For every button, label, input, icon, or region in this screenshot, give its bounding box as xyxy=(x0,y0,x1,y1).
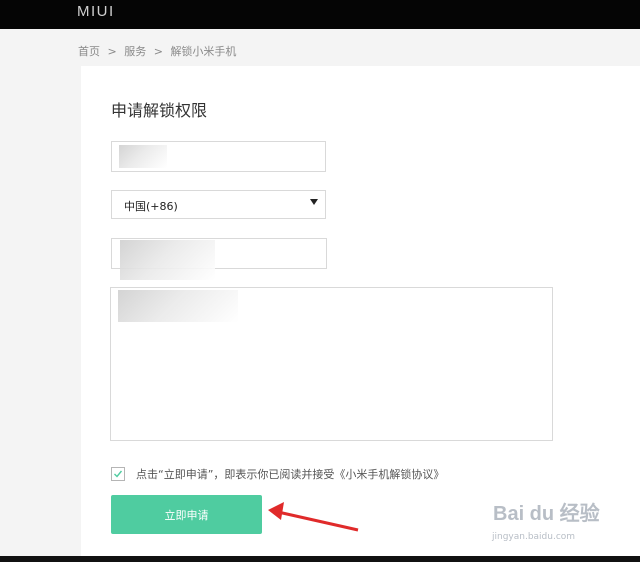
bottom-border xyxy=(0,556,640,562)
submit-button[interactable]: 立即申请 xyxy=(111,495,262,534)
breadcrumb-separator: > xyxy=(107,45,117,58)
breadcrumb-service[interactable]: 服务 xyxy=(124,45,146,58)
redacted-mosaic xyxy=(118,290,238,322)
baidu-jingyan-watermark: Bai du 经验 xyxy=(493,503,600,525)
top-bar: MIUI xyxy=(0,0,640,29)
agree-checkbox[interactable] xyxy=(111,467,125,481)
agreement-text: 点击“立即申请”，即表示你已阅读并接受《小米手机解锁协议》 xyxy=(136,466,444,482)
watermark-url: jingyan.baidu.com xyxy=(492,532,576,542)
agreement-prefix: 点击“立即申请”，即表示你已阅读并接受 xyxy=(136,468,335,481)
breadcrumb: 首页 > 服务 > 解锁小米手机 xyxy=(78,43,240,59)
redacted-mosaic xyxy=(120,240,215,280)
agreement-link[interactable]: 《小米手机解锁协议》 xyxy=(334,468,444,481)
page-title: 申请解锁权限 xyxy=(111,101,208,120)
breadcrumb-home[interactable]: 首页 xyxy=(78,45,100,58)
miui-logo: MIUI xyxy=(77,3,115,20)
selected-country-code: 中国(+86) xyxy=(124,200,178,213)
breadcrumb-current: 解锁小米手机 xyxy=(170,45,237,58)
checkmark-icon xyxy=(114,470,123,478)
redacted-mosaic xyxy=(119,145,167,168)
dropdown-arrow-icon xyxy=(310,199,318,205)
red-arrow-annotation-icon xyxy=(268,502,359,532)
breadcrumb-separator: > xyxy=(153,45,163,58)
country-code-select[interactable]: 中国(+86) xyxy=(111,190,326,219)
